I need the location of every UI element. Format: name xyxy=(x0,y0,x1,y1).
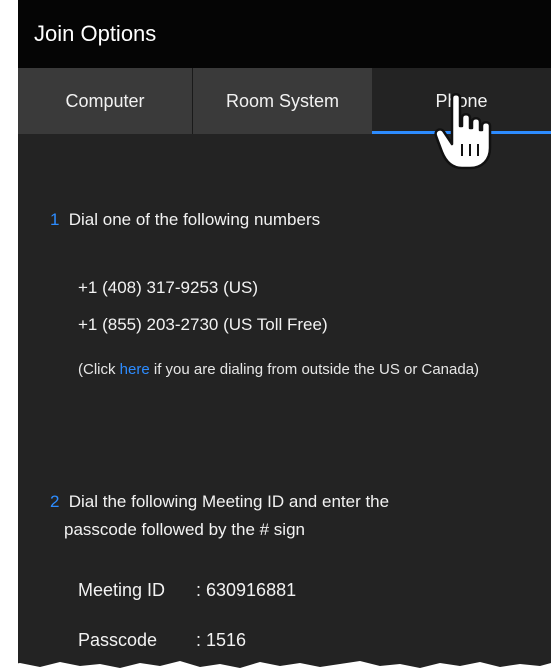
meeting-id-label: Meeting ID xyxy=(78,580,166,600)
join-options-dialog: Join Options Computer Room System Phone … xyxy=(18,0,551,672)
tab-room-system[interactable]: Room System xyxy=(192,68,372,134)
step-2-text-line1: Dial the following Meeting ID and enter … xyxy=(68,492,390,511)
hand-pointer-icon xyxy=(434,93,492,170)
meeting-id-row: Meeting ID : 630916881 xyxy=(78,580,296,601)
tab-computer[interactable]: Computer xyxy=(18,68,192,134)
step-1-number: 1 xyxy=(50,210,60,229)
step-2-text-line2: passcode followed by the # sign xyxy=(64,520,305,539)
step-2-number: 2 xyxy=(50,492,60,511)
step-1-text: Dial one of the following numbers xyxy=(68,210,321,229)
torn-edge xyxy=(0,661,551,672)
step-1: 1 Dial one of the following numbers xyxy=(50,206,320,234)
international-note: (Click here if you are dialing from outs… xyxy=(78,360,518,380)
passcode-value: : 1516 xyxy=(196,630,247,650)
phone-number-toll-free: +1 (855) 203-2730 (US Toll Free) xyxy=(78,315,328,334)
note-prefix: (Click xyxy=(78,361,120,378)
step-2: 2 Dial the following Meeting ID and ente… xyxy=(50,488,389,544)
dialog-title: Join Options xyxy=(18,0,551,68)
phone-number-us: +1 (408) 317-9253 (US) xyxy=(78,278,259,297)
passcode-label: Passcode xyxy=(78,630,158,650)
note-suffix: if you are dialing from outside the US o… xyxy=(149,361,480,378)
meeting-id-value: : 630916881 xyxy=(196,580,297,600)
passcode-row: Passcode : 1516 xyxy=(78,630,246,651)
international-numbers-link[interactable]: here xyxy=(120,361,150,378)
